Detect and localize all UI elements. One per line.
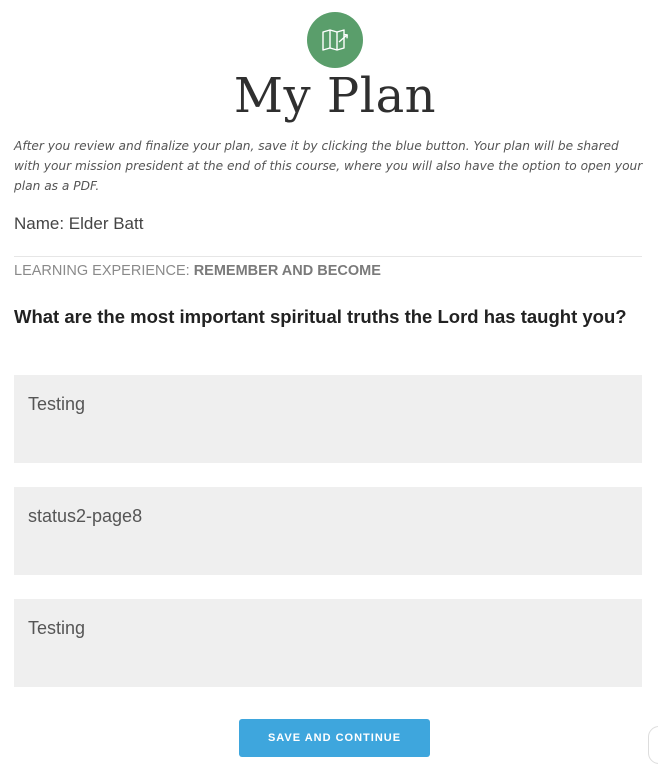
scroll-edge-widget bbox=[648, 726, 658, 764]
learning-experience-value: REMEMBER AND BECOME bbox=[193, 263, 381, 279]
answer-field-1[interactable]: Testing bbox=[14, 375, 642, 463]
map-icon bbox=[322, 29, 348, 51]
save-and-continue-button[interactable]: SAVE AND CONTINUE bbox=[239, 719, 430, 757]
learning-experience: LEARNING EXPERIENCE: REMEMBER AND BECOME bbox=[14, 261, 381, 281]
page-title: My Plan bbox=[233, 68, 437, 124]
section-divider bbox=[14, 256, 642, 257]
answer-field-3[interactable]: Testing bbox=[14, 599, 642, 687]
intro-instructions: After you review and finalize your plan,… bbox=[14, 139, 643, 193]
plan-logo bbox=[307, 12, 363, 68]
missionary-name: Name: Elder Batt bbox=[14, 214, 144, 233]
answer-field-2[interactable]: status2-page8 bbox=[14, 487, 642, 575]
question-text: What are the most important spiritual tr… bbox=[14, 306, 627, 327]
learning-experience-label: LEARNING EXPERIENCE: bbox=[14, 263, 190, 279]
